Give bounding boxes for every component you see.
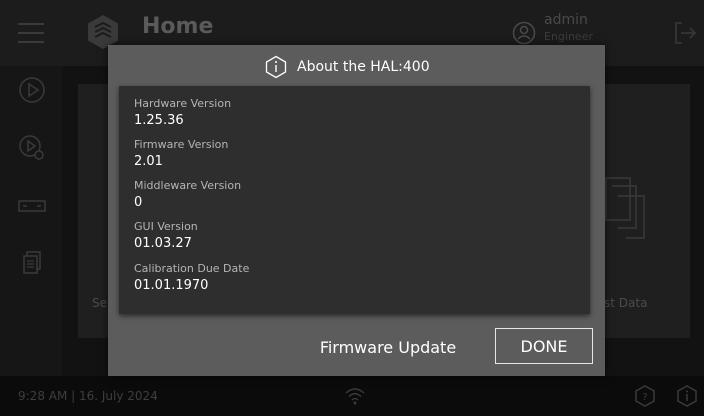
page-title: Home — [142, 14, 214, 39]
dialog-title: About the HAL:400 — [297, 59, 430, 75]
app-window: Home admin Engineer Se st Data 9:28 AM |… — [0, 0, 704, 416]
sidebar — [0, 66, 62, 376]
firmware-version-label: Firmware Version — [134, 138, 229, 151]
info-icon — [265, 55, 287, 79]
test-data-documents-icon — [605, 177, 645, 239]
info-icon[interactable] — [676, 385, 698, 407]
gui-version-label: GUI Version — [134, 220, 198, 233]
hardware-version-label: Hardware Version — [134, 97, 232, 110]
wifi-icon — [345, 388, 365, 405]
user-name: admin — [544, 12, 588, 28]
hardware-version-value: 1.25.36 — [134, 113, 184, 128]
device-icon[interactable] — [18, 192, 46, 220]
settings-tile-label: Se — [92, 296, 107, 310]
logout-icon[interactable] — [672, 20, 698, 46]
calibration-due-date-label: Calibration Due Date — [134, 262, 250, 275]
user-role: Engineer — [544, 30, 593, 43]
done-button[interactable]: DONE — [495, 328, 593, 364]
documents-icon[interactable] — [18, 250, 46, 278]
firmware-version-value: 2.01 — [134, 154, 163, 169]
play-icon[interactable] — [18, 76, 46, 104]
play-settings-icon[interactable] — [18, 134, 46, 162]
test-data-tile-label: st Data — [604, 296, 648, 310]
firmware-update-button[interactable]: Firmware Update — [300, 328, 476, 366]
svg-text:?: ? — [642, 392, 647, 403]
help-icon[interactable]: ? — [634, 385, 656, 407]
calibration-due-date-value: 01.01.1970 — [134, 278, 209, 293]
date-time: 9:28 AM | 16. July 2024 — [18, 389, 158, 403]
middleware-version-value: 0 — [134, 195, 143, 210]
gui-version-value: 01.03.27 — [134, 236, 192, 251]
user-icon[interactable] — [512, 21, 536, 45]
middleware-version-label: Middleware Version — [134, 179, 242, 192]
hamburger-menu-icon[interactable] — [14, 18, 48, 48]
